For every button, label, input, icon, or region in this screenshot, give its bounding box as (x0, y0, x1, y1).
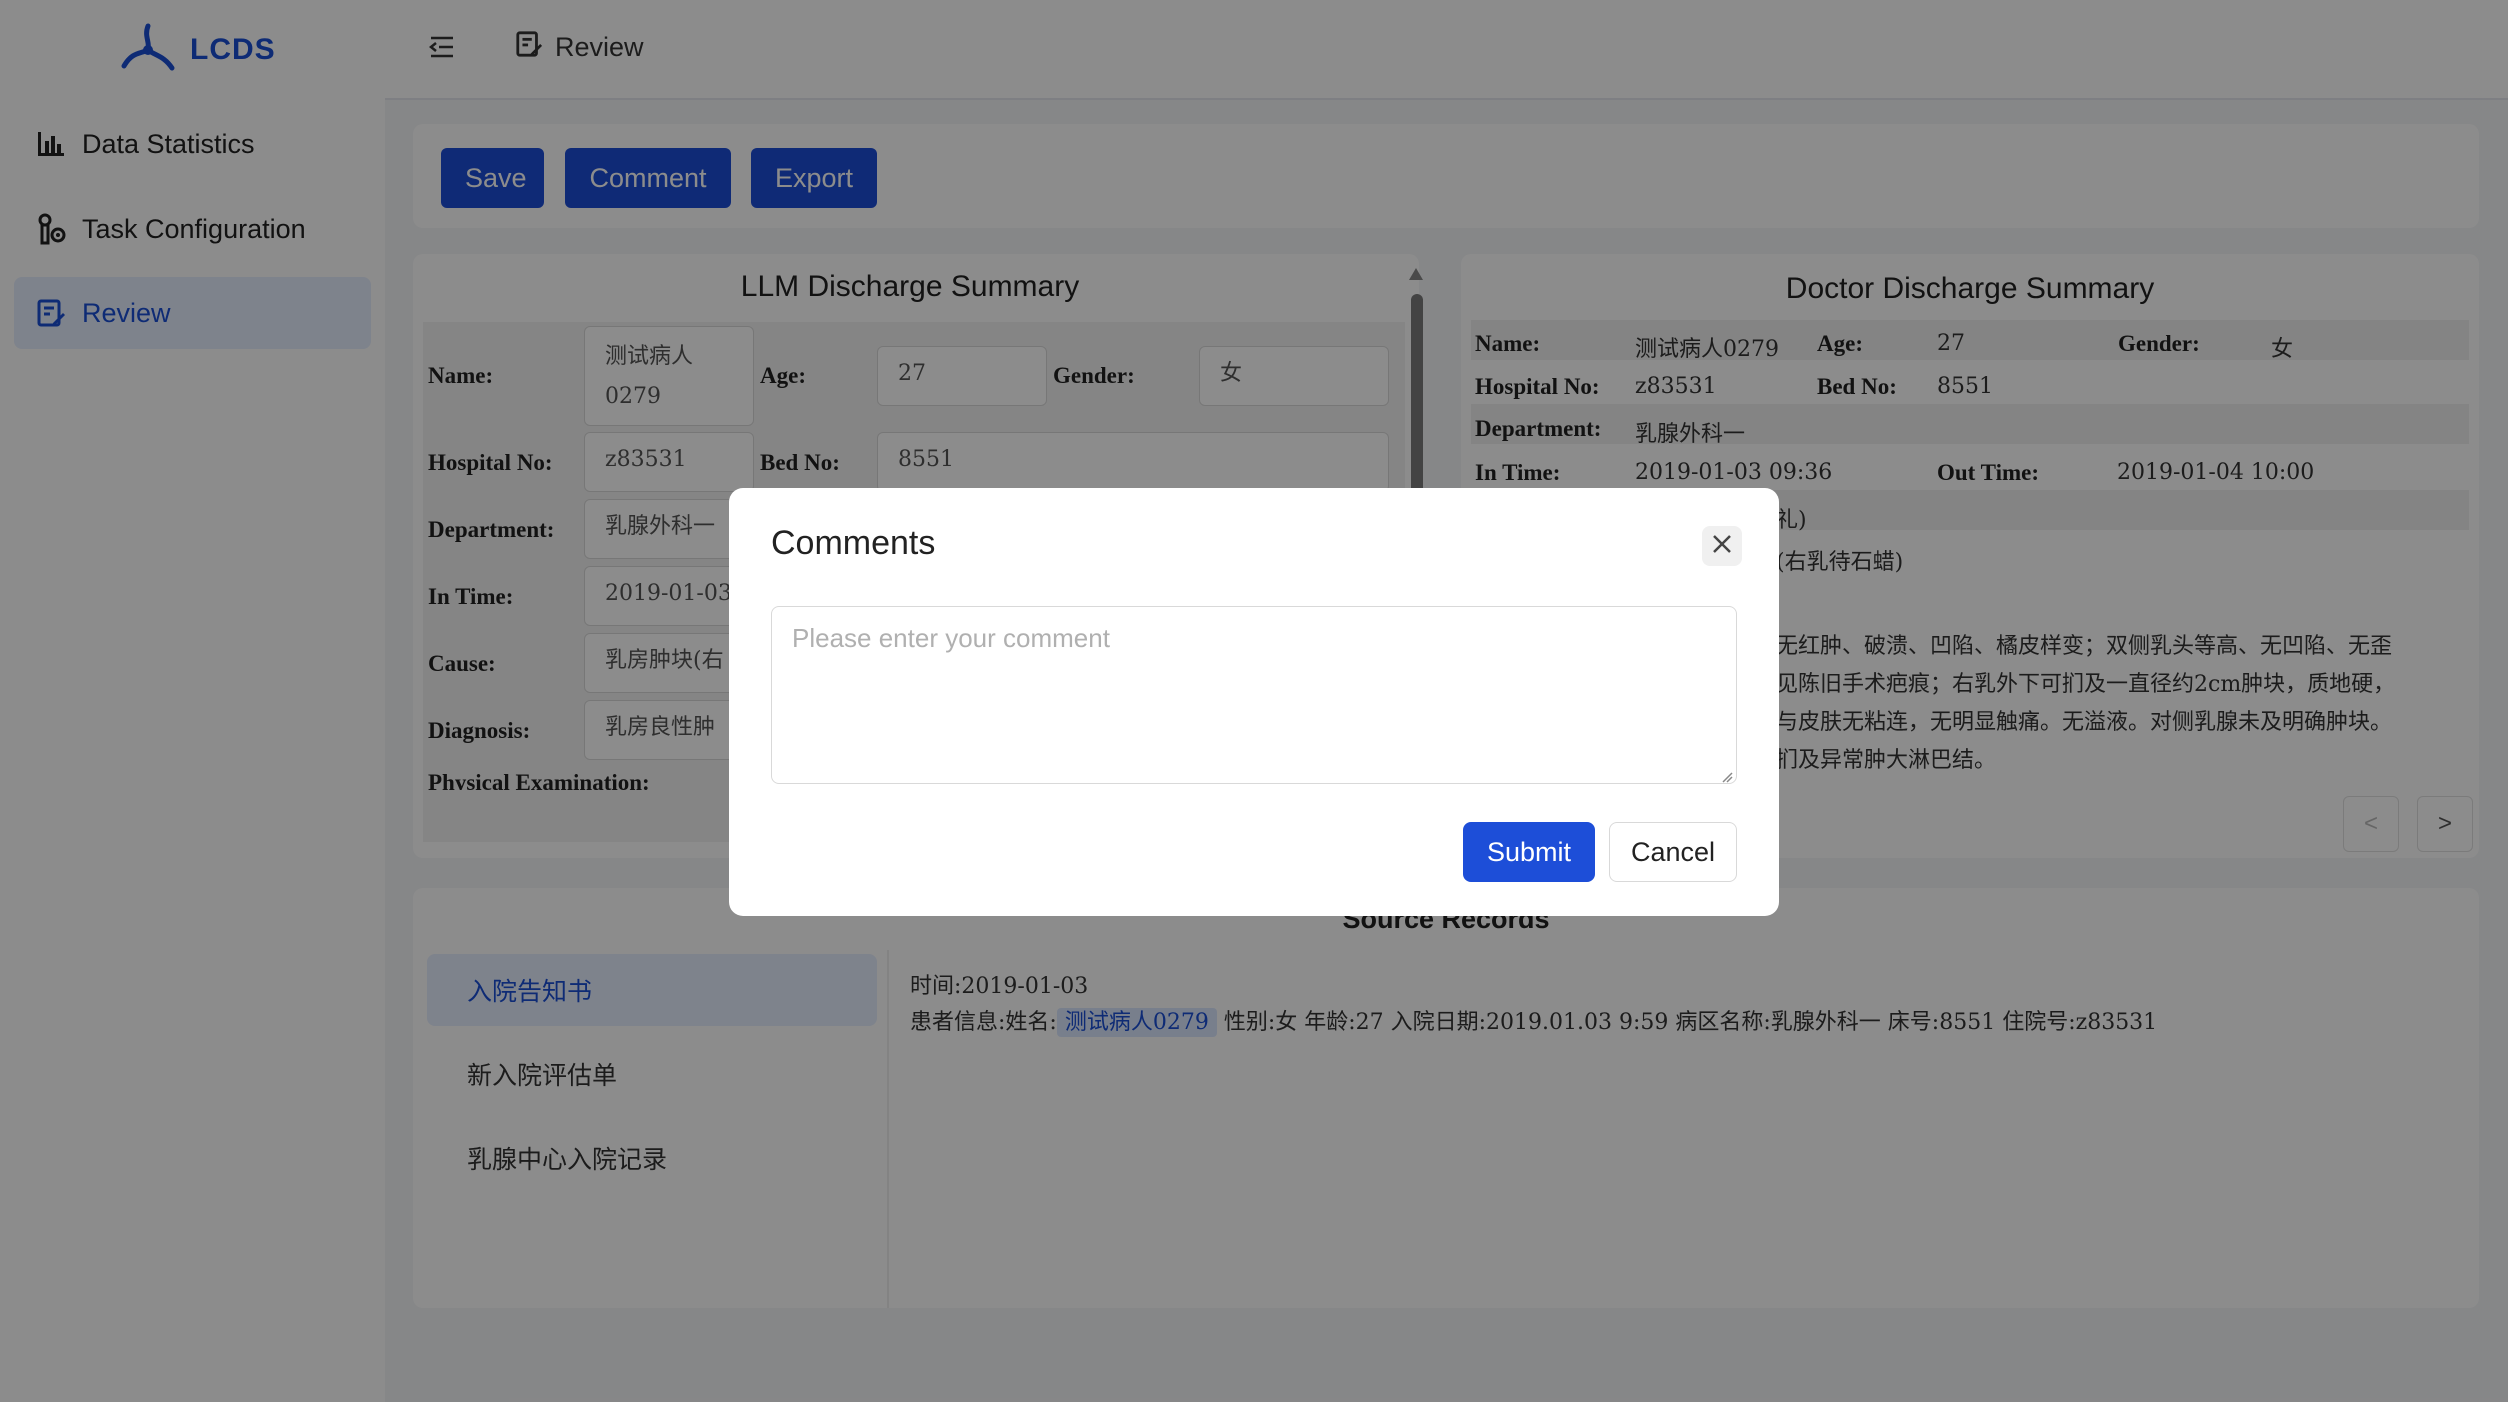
submit-button[interactable]: Submit (1463, 822, 1595, 882)
comment-textarea[interactable] (771, 606, 1737, 784)
close-icon (1710, 532, 1734, 561)
modal-title: Comments (771, 524, 936, 562)
resize-handle-icon[interactable] (1721, 770, 1733, 788)
close-button[interactable] (1702, 526, 1742, 566)
cancel-button[interactable]: Cancel (1609, 822, 1737, 882)
comments-modal: Comments Submit Cancel (729, 488, 1779, 916)
